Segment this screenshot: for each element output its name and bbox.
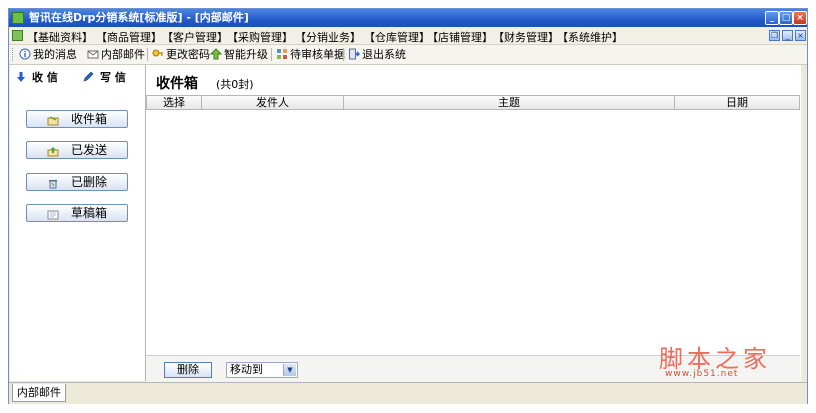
menu-bar: 【基础资料】 【商品管理】 【客户管理】 【采购管理】 【分销业务】 【仓库管理… bbox=[9, 27, 807, 45]
column-select[interactable]: 选择 bbox=[147, 96, 202, 109]
compose-mail-button[interactable]: 写 信 bbox=[82, 71, 126, 85]
key-icon bbox=[152, 48, 164, 60]
change-password-button[interactable]: 更改密码 bbox=[152, 47, 210, 62]
delete-button[interactable]: 删除 bbox=[164, 362, 212, 378]
drafts-folder-button[interactable]: 草稿箱 bbox=[26, 204, 128, 222]
mail-table-header: 选择 发件人 主题 日期 bbox=[146, 95, 800, 110]
maximize-button[interactable]: □ bbox=[779, 11, 793, 25]
menu-purchase-management[interactable]: 【采购管理】 bbox=[227, 29, 293, 45]
menu-warehouse-management[interactable]: 【仓库管理】 bbox=[364, 29, 430, 45]
page-title: 收件箱 bbox=[156, 76, 198, 92]
mail-icon bbox=[87, 48, 99, 60]
mail-count: (共0封) bbox=[216, 78, 254, 91]
sent-folder-button[interactable]: 已发送 bbox=[26, 141, 128, 159]
mdi-close-icon[interactable]: × bbox=[795, 30, 806, 41]
menu-store-management[interactable]: 【店铺管理】 bbox=[427, 29, 493, 45]
pending-review-button[interactable]: 待审核单据 bbox=[276, 47, 345, 62]
menu-distribution-business[interactable]: 【分销业务】 bbox=[295, 29, 361, 45]
sent-icon bbox=[47, 145, 59, 157]
recycle-bin-icon bbox=[47, 177, 59, 189]
inbox-folder-button[interactable]: 收件箱 bbox=[26, 110, 128, 128]
window-title: 智讯在线Drp分销系统[标准版] - [内部邮件] bbox=[29, 11, 249, 24]
toolbar: 我的消息 内部邮件 更改密码 智能升级 待审核单据 退出系统 bbox=[9, 45, 807, 65]
menu-finance-management[interactable]: 【财务管理】 bbox=[493, 29, 559, 45]
toolbar-grip bbox=[12, 48, 16, 61]
column-date[interactable]: 日期 bbox=[675, 96, 799, 109]
mdi-minimize-icon[interactable]: _ bbox=[782, 30, 793, 41]
menu-product-management[interactable]: 【商品管理】 bbox=[96, 29, 162, 45]
watermark-url: www.jb51.net bbox=[665, 369, 739, 379]
mdi-restore-icon[interactable]: ❐ bbox=[769, 30, 780, 41]
pen-icon bbox=[83, 71, 94, 82]
column-sender[interactable]: 发件人 bbox=[202, 96, 344, 109]
draft-note-icon bbox=[47, 208, 59, 220]
my-messages-button[interactable]: 我的消息 bbox=[19, 47, 77, 62]
chevron-down-icon[interactable]: ▼ bbox=[283, 364, 296, 376]
status-bar: 内部邮件 bbox=[9, 382, 807, 404]
toolbar-separator bbox=[343, 48, 344, 61]
receive-mail-button[interactable]: 收 信 bbox=[16, 71, 58, 85]
deleted-folder-button[interactable]: 已删除 bbox=[26, 173, 128, 191]
inbox-panel: 收件箱 (共0封) 选择 发件人 主题 日期 删除 移动到 ▼ bbox=[146, 65, 801, 382]
move-to-select[interactable]: 移动到 ▼ bbox=[226, 362, 298, 378]
title-bar: 智讯在线Drp分销系统[标准版] - [内部邮件] _ □ × bbox=[9, 9, 807, 27]
column-subject[interactable]: 主题 bbox=[344, 96, 675, 109]
mail-sidebar: 收 信 写 信 收件箱 已发送 已删除 草稿箱 bbox=[10, 65, 146, 381]
toolbar-separator bbox=[271, 48, 272, 61]
menu-app-icon bbox=[12, 30, 23, 41]
app-icon bbox=[12, 12, 24, 24]
internal-mail-button[interactable]: 内部邮件 bbox=[87, 47, 145, 62]
status-tab-internal-mail[interactable]: 内部邮件 bbox=[12, 384, 66, 402]
watermark: 脚本之家 www.jb51.net bbox=[659, 339, 809, 385]
upgrade-arrow-icon bbox=[209, 48, 223, 60]
app-window: 智讯在线Drp分销系统[标准版] - [内部邮件] _ □ × 【基础资料】 【… bbox=[8, 8, 808, 404]
minimize-button[interactable]: _ bbox=[765, 11, 779, 25]
info-icon bbox=[19, 48, 31, 60]
review-icon bbox=[276, 48, 288, 60]
menu-customer-management[interactable]: 【客户管理】 bbox=[162, 29, 228, 45]
exit-door-icon bbox=[348, 48, 360, 60]
toolbar-separator bbox=[147, 48, 148, 61]
menu-system-maintenance[interactable]: 【系统维护】 bbox=[557, 29, 623, 45]
down-arrow-icon bbox=[17, 72, 25, 82]
smart-upgrade-button[interactable]: 智能升级 bbox=[209, 47, 268, 62]
menu-basic-data[interactable]: 【基础资料】 bbox=[27, 29, 93, 45]
exit-system-button[interactable]: 退出系统 bbox=[348, 47, 406, 62]
close-button[interactable]: × bbox=[793, 11, 807, 25]
inbox-icon bbox=[47, 114, 59, 126]
